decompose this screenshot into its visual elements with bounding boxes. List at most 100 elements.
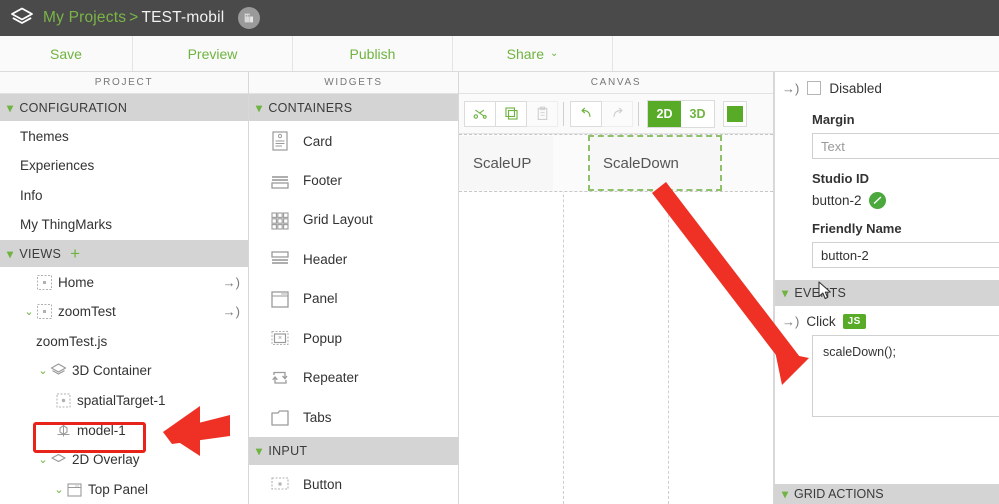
widget-card[interactable]: Card — [249, 121, 458, 160]
widget-tabs[interactable]: Tabs — [249, 398, 458, 437]
section-events[interactable]: ▾ EVENTS — [774, 280, 999, 306]
tree-item-zoomtest[interactable]: ⌄ zoomTest →) — [0, 297, 248, 327]
chevron-down-icon[interactable]: ⌄ — [36, 453, 50, 466]
disabled-label: Disabled — [829, 80, 882, 96]
canvas-button-scaleup[interactable]: ScaleUP — [459, 136, 553, 190]
tree-item-spatialtarget-1-label: spatialTarget-1 — [77, 392, 166, 408]
open-view-icon[interactable]: →) — [223, 275, 240, 290]
menu-share[interactable]: Share ⌄ — [453, 36, 613, 71]
overlay-2d-icon — [50, 451, 67, 468]
validated-icon[interactable] — [868, 192, 886, 209]
preview-mode-button[interactable] — [723, 100, 747, 127]
tree-item-thingmarks[interactable]: My ThingMarks — [0, 210, 248, 240]
section-containers[interactable]: ▾ CONTAINERS — [249, 93, 458, 122]
paste-button[interactable] — [526, 100, 558, 127]
canvas-panel-header: CANVAS — [459, 72, 773, 94]
studio-id-value-row: button-2 — [812, 192, 999, 209]
section-configuration[interactable]: ▾ CONFIGURATION — [0, 93, 248, 122]
tree-item-3d-container[interactable]: ⌄ 3D Container — [0, 356, 248, 386]
undo-button[interactable] — [570, 100, 602, 127]
green-square-icon — [727, 105, 743, 122]
view-2d-button[interactable]: 2D — [648, 100, 681, 127]
redo-button[interactable] — [601, 100, 633, 127]
canvas-button-scaledown[interactable]: ScaleDown — [588, 135, 722, 191]
chevron-down-icon: ▾ — [7, 246, 14, 261]
click-event-code-editor[interactable]: scaleDown(); — [812, 335, 999, 417]
studio-app-window: My Projects > TEST-mobil Save Preview Publ… — [0, 0, 999, 504]
studio-id-label: Studio ID — [812, 171, 870, 186]
copy-button[interactable] — [495, 100, 527, 127]
widget-header[interactable]: Header — [249, 240, 458, 279]
tree-item-home[interactable]: Home →) — [0, 267, 248, 297]
section-grid-actions[interactable]: ▾ GRID ACTIONS — [774, 484, 999, 504]
chevron-down-icon[interactable]: ⌄ — [36, 364, 50, 377]
widget-grid-layout[interactable]: Grid Layout — [249, 200, 458, 239]
canvas-panel: CANVAS 2D 3D ScaleUP ScaleDown — [459, 72, 774, 504]
button-icon — [269, 473, 291, 495]
section-containers-label: CONTAINERS — [268, 100, 353, 115]
friendly-name-property-block: Friendly Name button-2 — [774, 213, 999, 272]
tree-item-experiences[interactable]: Experiences — [0, 151, 248, 181]
header-icon — [269, 248, 291, 270]
section-input-label: INPUT — [268, 443, 308, 458]
section-input[interactable]: ▾ INPUT — [249, 436, 458, 465]
open-view-icon[interactable]: →) — [223, 304, 240, 319]
binding-arrow-icon[interactable]: →) — [782, 81, 799, 96]
widget-panel[interactable]: Panel — [249, 279, 458, 318]
section-events-label: EVENTS — [794, 286, 847, 300]
canvas-button-scaledown-label: ScaleDown — [603, 154, 679, 172]
section-grid-actions-label: GRID ACTIONS — [794, 487, 884, 501]
project-panel-header: PROJECT — [0, 72, 248, 94]
tree-item-2d-overlay[interactable]: ⌄ 2D Overlay — [0, 445, 248, 475]
tree-item-top-panel-label: Top Panel — [88, 481, 149, 497]
tree-item-top-panel[interactable]: ⌄ Top Panel — [0, 474, 248, 504]
tree-item-home-label: Home — [58, 274, 95, 290]
chevron-down-icon: ▾ — [256, 443, 263, 458]
toolbar-divider — [638, 101, 639, 126]
disabled-checkbox[interactable] — [807, 81, 822, 95]
tree-item-zoomtest-label: zoomTest — [58, 304, 116, 320]
widget-card-label: Card — [303, 133, 333, 149]
friendly-name-label: Friendly Name — [812, 221, 902, 236]
section-configuration-label: CONFIGURATION — [19, 100, 128, 115]
widget-repeater[interactable]: Repeater — [249, 358, 458, 397]
chevron-down-icon: ▾ — [256, 100, 263, 115]
tree-item-model-1[interactable]: model-1 — [0, 415, 248, 445]
canvas-top-panel-row: ScaleUP ScaleDown — [459, 134, 773, 192]
section-views[interactable]: ▾ VIEWS + — [0, 239, 248, 268]
widget-button[interactable]: Button — [249, 465, 458, 504]
cut-button[interactable] — [464, 100, 496, 127]
view-3d-button[interactable]: 3D — [681, 100, 714, 127]
chevron-down-icon[interactable]: ⌄ — [52, 483, 66, 496]
menu-preview[interactable]: Preview — [133, 36, 293, 71]
layers-stack-icon[interactable] — [10, 6, 34, 30]
js-badge[interactable]: JS — [842, 314, 866, 329]
canvas-stage[interactable]: ScaleUP ScaleDown — [459, 134, 773, 504]
tree-item-info[interactable]: Info — [0, 181, 248, 211]
add-view-plus-icon[interactable]: + — [70, 245, 80, 262]
tree-item-zoomtest-js-label: zoomTest.js — [36, 333, 108, 349]
tree-item-spatialtarget-1[interactable]: spatialTarget-1 — [0, 386, 248, 416]
user-avatar-icon[interactable] — [238, 7, 261, 29]
margin-input[interactable]: Text — [812, 133, 999, 159]
repeater-icon — [269, 367, 291, 389]
menu-publish[interactable]: Publish — [293, 36, 453, 71]
breadcrumb-root[interactable]: My Projects — [43, 9, 126, 26]
tree-item-themes[interactable]: Themes — [0, 121, 248, 151]
chevron-down-icon: ▾ — [7, 100, 14, 115]
history-toolbar-group — [570, 100, 633, 127]
tree-item-zoomtest-js[interactable]: zoomTest.js — [0, 327, 248, 357]
view-icon — [36, 274, 53, 291]
chevron-down-icon[interactable]: ⌄ — [22, 305, 36, 318]
main-area: PROJECT ▾ CONFIGURATION Themes Experienc… — [0, 72, 999, 504]
view-mode-toggle: 2D 3D — [647, 99, 715, 128]
widget-grid-layout-label: Grid Layout — [303, 212, 373, 228]
widget-popup-label: Popup — [303, 330, 343, 346]
tree-item-thingmarks-label: My ThingMarks — [20, 217, 113, 233]
menu-save[interactable]: Save — [0, 36, 133, 71]
section-views-label: VIEWS — [19, 246, 62, 261]
widget-footer[interactable]: Footer — [249, 161, 458, 200]
friendly-name-input[interactable]: button-2 — [812, 242, 999, 268]
widget-popup[interactable]: × Popup — [249, 319, 458, 358]
binding-arrow-icon[interactable]: →) — [782, 314, 799, 329]
